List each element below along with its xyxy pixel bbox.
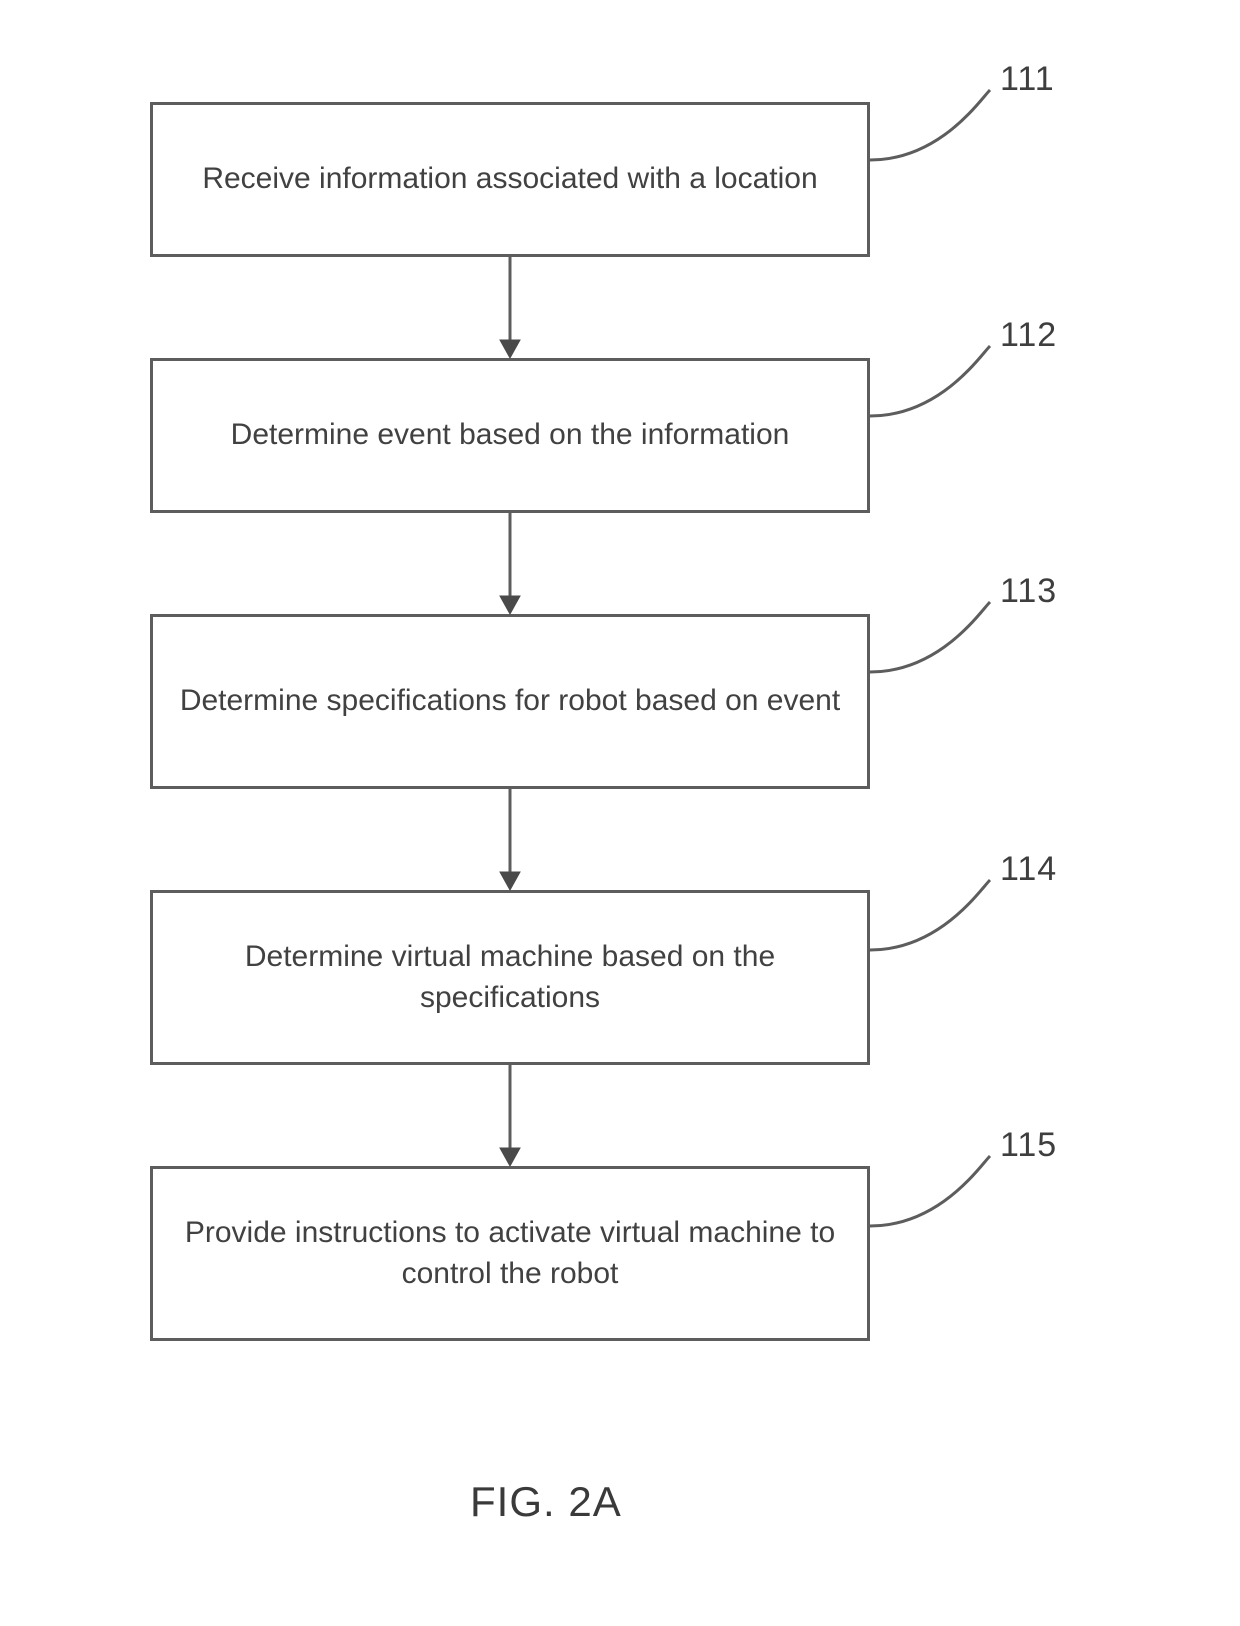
step-box-112: Determine event based on the information xyxy=(150,358,870,513)
ref-label-115: 115 xyxy=(1000,1126,1057,1165)
step-box-115: Provide instructions to activate virtual… xyxy=(150,1166,870,1341)
ref-label-112: 112 xyxy=(1000,316,1057,355)
ref-label-111: 111 xyxy=(1000,60,1055,99)
arrow-114-to-115 xyxy=(500,1065,520,1166)
flowchart-canvas: Receive information associated with a lo… xyxy=(0,0,1240,1626)
figure-label: FIG. 2A xyxy=(470,1478,622,1526)
callout-115 xyxy=(870,1156,990,1226)
step-box-111: Receive information associated with a lo… xyxy=(150,102,870,257)
arrow-112-to-113 xyxy=(500,513,520,614)
step-box-114: Determine virtual machine based on the s… xyxy=(150,890,870,1065)
callout-114 xyxy=(870,880,990,950)
ref-label-113: 113 xyxy=(1000,572,1057,611)
step-text-112: Determine event based on the information xyxy=(231,415,790,456)
step-text-113: Determine specifications for robot based… xyxy=(180,681,840,722)
step-box-113: Determine specifications for robot based… xyxy=(150,614,870,789)
arrow-113-to-114 xyxy=(500,789,520,890)
callout-111 xyxy=(870,90,990,160)
step-text-115: Provide instructions to activate virtual… xyxy=(173,1213,847,1294)
step-text-114: Determine virtual machine based on the s… xyxy=(173,937,847,1018)
ref-label-114: 114 xyxy=(1000,850,1057,889)
arrow-111-to-112 xyxy=(500,257,520,358)
step-text-111: Receive information associated with a lo… xyxy=(202,159,817,200)
callout-113 xyxy=(870,602,990,672)
callout-112 xyxy=(870,346,990,416)
